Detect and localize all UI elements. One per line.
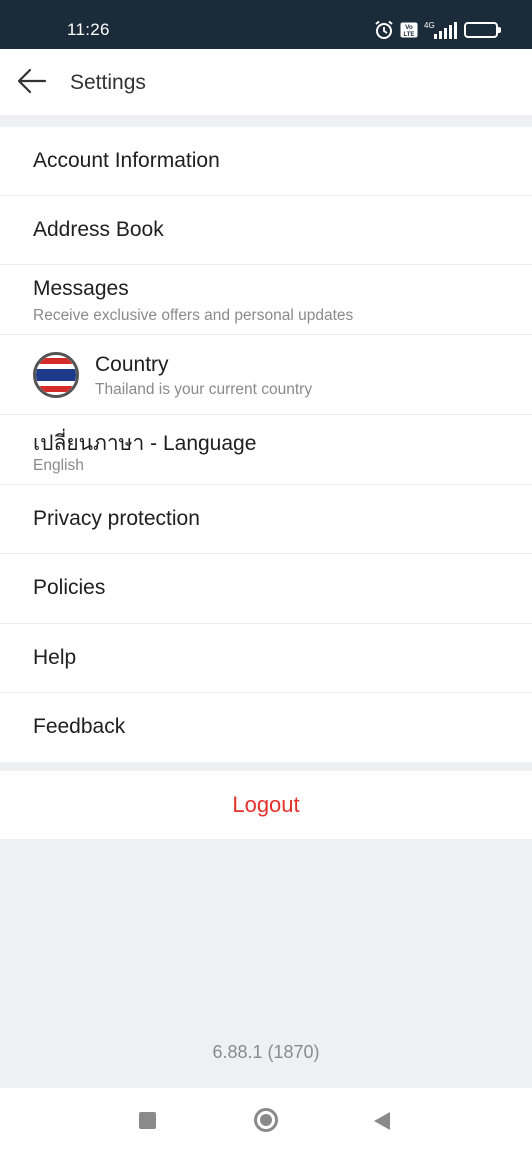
app-header: Settings bbox=[0, 49, 532, 115]
signal-4g-icon: 4G bbox=[424, 20, 458, 40]
home-icon[interactable] bbox=[254, 1108, 278, 1132]
arrow-left-icon[interactable] bbox=[17, 68, 47, 94]
settings-item-subtitle: Receive exclusive offers and personal up… bbox=[33, 307, 354, 324]
app-version: 6.88.1 (1870) bbox=[212, 1042, 320, 1062]
settings-item-feedback[interactable]: Feedback bbox=[0, 693, 532, 762]
status-bar: 11:26 Vo LTE 4G 52 bbox=[0, 0, 532, 49]
settings-item-account-information[interactable]: Account Information bbox=[0, 127, 532, 196]
settings-item-label: Country bbox=[95, 353, 169, 376]
settings-item-country[interactable]: Country Thailand is your current country bbox=[0, 335, 532, 415]
settings-item-label: Address Book bbox=[33, 218, 164, 241]
volte-icon: Vo LTE bbox=[400, 22, 418, 38]
battery-icon: 52 bbox=[464, 22, 501, 38]
settings-item-label: Help bbox=[33, 646, 77, 669]
status-time: 11:26 bbox=[67, 20, 110, 39]
recent-apps-icon[interactable] bbox=[139, 1112, 156, 1129]
status-icons: Vo LTE 4G 52 bbox=[374, 19, 501, 41]
settings-item-label: เปลี่ยนภาษา - Language bbox=[33, 432, 257, 455]
logout-button[interactable]: Logout bbox=[0, 771, 532, 839]
system-navigation-bar bbox=[0, 1088, 532, 1152]
svg-text:Vo: Vo bbox=[405, 24, 413, 31]
settings-item-language[interactable]: เปลี่ยนภาษา - Language English bbox=[0, 415, 532, 485]
battery-level-text: 52 bbox=[475, 24, 487, 36]
settings-item-subtitle: Thailand is your current country bbox=[95, 381, 313, 398]
svg-text:4G: 4G bbox=[424, 21, 435, 30]
settings-item-subtitle: English bbox=[33, 457, 84, 474]
settings-item-label: Policies bbox=[33, 576, 106, 599]
thailand-flag-icon bbox=[33, 352, 79, 398]
settings-item-label: Privacy protection bbox=[33, 507, 200, 530]
settings-item-privacy-protection[interactable]: Privacy protection bbox=[0, 485, 532, 554]
settings-list: Account Information Address Book Message… bbox=[0, 127, 532, 762]
settings-item-messages[interactable]: Messages Receive exclusive offers and pe… bbox=[0, 265, 532, 335]
svg-text:LTE: LTE bbox=[404, 32, 415, 38]
alarm-icon bbox=[374, 20, 394, 40]
settings-item-label: Messages bbox=[33, 277, 129, 300]
back-triangle-icon[interactable] bbox=[374, 1112, 390, 1130]
settings-item-label: Account Information bbox=[33, 149, 220, 172]
settings-item-policies[interactable]: Policies bbox=[0, 554, 532, 624]
settings-item-help[interactable]: Help bbox=[0, 624, 532, 693]
logout-label: Logout bbox=[232, 792, 300, 817]
page-title: Settings bbox=[70, 71, 146, 94]
settings-item-address-book[interactable]: Address Book bbox=[0, 196, 532, 265]
settings-item-label: Feedback bbox=[33, 715, 126, 738]
